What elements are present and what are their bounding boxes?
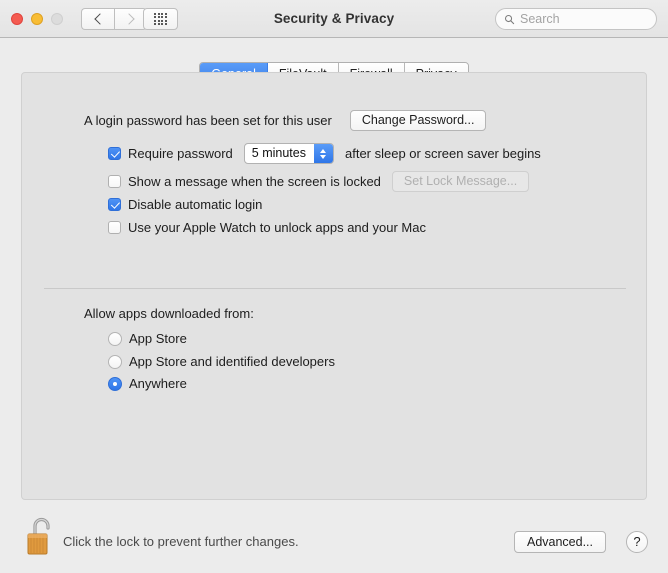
radio-anywhere[interactable]: [108, 376, 122, 391]
show-lock-message-checkbox[interactable]: [108, 175, 121, 188]
radio-app-store-identified-developers[interactable]: [108, 354, 122, 369]
apple-watch-unlock-checkbox[interactable]: [108, 221, 121, 234]
show-lock-message-row: Show a message when the screen is locked…: [108, 171, 530, 192]
apple-watch-unlock-row: Use your Apple Watch to unlock apps and …: [108, 220, 426, 235]
advanced-button[interactable]: Advanced...: [513, 531, 606, 553]
disable-auto-login-checkbox[interactable]: [108, 198, 121, 211]
disable-auto-login-row: Disable automatic login: [108, 197, 262, 212]
disable-auto-login-label: Disable automatic login: [128, 197, 263, 212]
show-lock-message-label: Show a message when the screen is locked: [128, 174, 381, 189]
require-password-interval-popup[interactable]: 5 minutes: [243, 143, 334, 164]
radio-app-store[interactable]: [108, 331, 122, 346]
chevron-up-down-icon: [313, 144, 333, 163]
general-settings-panel: A login password has been set for this u…: [21, 72, 647, 500]
set-lock-message-button: Set Lock Message...: [391, 171, 530, 192]
search-field[interactable]: [495, 8, 657, 30]
require-password-interval-value: 5 minutes: [251, 146, 306, 160]
radio-identified-developers-label: App Store and identified developers: [129, 354, 335, 369]
gatekeeper-option-identified-developers[interactable]: App Store and identified developers: [108, 354, 335, 369]
require-password-row: Require password 5 minutes after sleep o…: [108, 143, 541, 164]
require-password-checkbox[interactable]: [108, 147, 121, 160]
radio-anywhere-label: Anywhere: [129, 376, 187, 391]
require-password-suffix-label: after sleep or screen saver begins: [344, 146, 541, 161]
change-password-button[interactable]: Change Password...: [349, 110, 487, 131]
login-password-status: A login password has been set for this u…: [84, 113, 332, 128]
gatekeeper-heading: Allow apps downloaded from:: [84, 306, 254, 321]
gatekeeper-heading-row: Allow apps downloaded from:: [84, 306, 254, 321]
gatekeeper-option-anywhere[interactable]: Anywhere: [108, 376, 187, 391]
lock-hint-text: Click the lock to prevent further change…: [63, 534, 299, 549]
gatekeeper-option-app-store[interactable]: App Store: [108, 331, 187, 346]
section-divider: [44, 288, 626, 289]
search-input[interactable]: [520, 12, 645, 26]
search-icon: [504, 14, 515, 24]
apple-watch-unlock-label: Use your Apple Watch to unlock apps and …: [128, 220, 426, 235]
login-password-row: A login password has been set for this u…: [84, 110, 487, 131]
padlock-open-icon[interactable]: [26, 513, 58, 557]
require-password-label: Require password: [128, 146, 233, 161]
radio-app-store-label: App Store: [129, 331, 187, 346]
help-button[interactable]: ?: [626, 531, 648, 553]
window-titlebar: Security & Privacy: [0, 0, 668, 38]
security-privacy-window: Security & Privacy General FileVault Fir…: [0, 0, 668, 573]
